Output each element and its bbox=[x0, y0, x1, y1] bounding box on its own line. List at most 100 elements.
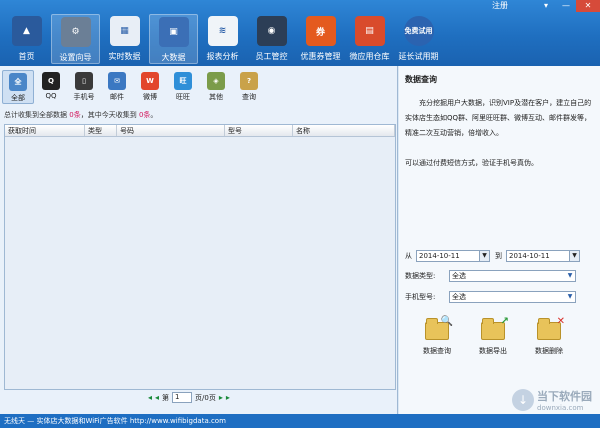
home-chart-icon: ▲ bbox=[11, 16, 42, 46]
data-type-row: 数据类型: 全选 ▼ bbox=[405, 270, 576, 282]
column-header[interactable]: 型号 bbox=[225, 125, 293, 136]
from-date-picker[interactable]: 2014-10-11 ▼ bbox=[416, 250, 490, 262]
report-icon: ≋ bbox=[207, 16, 238, 46]
page-input[interactable]: 1 bbox=[172, 392, 193, 403]
toolbar-label: 员工管控 bbox=[255, 52, 288, 61]
category-query[interactable]: ? 查询 bbox=[233, 70, 265, 104]
monitor-icon: ▣ bbox=[158, 17, 189, 47]
toolbar-label: 微应用仓库 bbox=[349, 52, 390, 61]
calendar-dropdown-icon[interactable]: ▼ bbox=[479, 251, 489, 261]
column-header[interactable]: 号码 bbox=[117, 125, 225, 136]
watermark: ↓ 当下软件园 downxia.com bbox=[512, 388, 592, 412]
weibo-icon: W bbox=[141, 72, 159, 90]
close-button[interactable]: ✕ bbox=[576, 0, 600, 12]
category-label: 查询 bbox=[242, 93, 256, 101]
action-buttons: 🔍 数据查询 ↗ 数据导出 ✕ 数据删除 bbox=[409, 316, 577, 356]
toolbar-label: 首页 bbox=[18, 52, 35, 61]
date-range-row: 从 2014-10-11 ▼ 到 2014-10-11 ▼ bbox=[405, 250, 580, 262]
category-wangwang[interactable]: 旺旺旺 bbox=[167, 70, 199, 104]
qq-icon: Q bbox=[42, 72, 60, 90]
register-link[interactable]: 注册 bbox=[492, 0, 536, 12]
page-suffix: 页/0页 bbox=[195, 393, 216, 402]
chevron-down-icon: ▼ bbox=[567, 293, 573, 300]
wizard-icon: ⚙ bbox=[60, 17, 91, 47]
category-label: 旺旺 bbox=[176, 93, 190, 101]
query-icon: ? bbox=[240, 72, 258, 90]
data-list-pane: 全全部 Q QQ ▯ 手机号 ✉ 邮件 W 微博旺旺旺 ◈ 其他? 查询 总计收集到全部数据 0条，其… bbox=[0, 66, 398, 414]
column-header[interactable]: 名称 bbox=[293, 125, 395, 136]
export-data-button[interactable]: ↗ 数据导出 bbox=[465, 316, 521, 356]
gift-icon: ▤ bbox=[354, 16, 385, 46]
action-label: 数据查询 bbox=[423, 347, 451, 355]
from-date-value: 2014-10-11 bbox=[419, 252, 460, 260]
toolbar-home-button[interactable]: ▲ 首页 bbox=[2, 14, 51, 64]
summary-suffix: 。 bbox=[150, 111, 158, 119]
grid-header: 获取时间 类型 号码 型号 名称 bbox=[5, 125, 395, 137]
top-toolbar: 注册 ▾ — ✕ ▲ 首页 ⚙ 设置向导 ▦ 实时数据 ▣ 大数据 ≋ 报表分析 ◉ 员工管控券优惠券… bbox=[0, 0, 600, 66]
to-label: 到 bbox=[495, 252, 502, 260]
toolbar-coupon-management-button[interactable]: 券优惠券管理 bbox=[296, 14, 345, 64]
toolbar-label: 报表分析 bbox=[206, 52, 239, 61]
data-type-select[interactable]: 全选 ▼ bbox=[449, 270, 576, 282]
folder-delete-icon: ✕ bbox=[535, 316, 565, 342]
panel-note: 可以通过付费短信方式，验证手机号真伪。 bbox=[405, 159, 538, 167]
toolbar-setup-wizard-button[interactable]: ⚙ 设置向导 bbox=[51, 14, 100, 64]
phone-model-select[interactable]: 全选 ▼ bbox=[449, 291, 576, 303]
category-label: 其他 bbox=[209, 93, 223, 101]
coupon-icon: 券 bbox=[305, 16, 336, 46]
all-icon: 全 bbox=[9, 73, 27, 91]
toolbar-extend-trial-button[interactable]: 免费试用 延长试用期 bbox=[394, 14, 443, 64]
query-badge-icon: 🔍 bbox=[440, 316, 453, 327]
toolbar-realtime-data-button[interactable]: ▦ 实时数据 bbox=[100, 14, 149, 64]
download-logo-icon: ↓ bbox=[512, 389, 534, 411]
next-page-icon[interactable]: ▸ bbox=[219, 393, 223, 402]
last-page-icon[interactable]: ▸ bbox=[226, 393, 230, 402]
category-weibo[interactable]: W 微博 bbox=[134, 70, 166, 104]
action-label: 数据导出 bbox=[479, 347, 507, 355]
column-header[interactable]: 获取时间 bbox=[5, 125, 85, 136]
category-bar: 全全部 Q QQ ▯ 手机号 ✉ 邮件 W 微博旺旺旺 ◈ 其他? 查询 bbox=[2, 70, 266, 104]
toolbar-label: 大数据 bbox=[161, 53, 186, 62]
minimize-button[interactable]: — bbox=[556, 0, 576, 12]
folder-query-icon: 🔍 bbox=[423, 316, 453, 342]
delete-badge-icon: ✕ bbox=[556, 316, 565, 327]
export-badge-icon: ↗ bbox=[500, 316, 509, 327]
category-other[interactable]: ◈ 其他 bbox=[200, 70, 232, 104]
category-label: QQ bbox=[45, 92, 57, 100]
category-label: 微博 bbox=[143, 93, 157, 101]
toolbar-micro-app-store-button[interactable]: ▤ 微应用仓库 bbox=[345, 14, 394, 64]
category-all[interactable]: 全全部 bbox=[2, 70, 34, 104]
page-prefix: 第 bbox=[162, 393, 170, 402]
prev-page-icon[interactable]: ◂ bbox=[155, 393, 159, 402]
toolbar-staff-control-button[interactable]: ◉ 员工管控 bbox=[247, 14, 296, 64]
toolbar-label: 实时数据 bbox=[108, 52, 141, 61]
category-qq[interactable]: Q QQ bbox=[35, 70, 67, 104]
delete-data-button[interactable]: ✕ 数据删除 bbox=[521, 316, 577, 356]
table-icon: ▦ bbox=[109, 16, 140, 46]
summary-prefix: 总计收集到全部数据 bbox=[4, 111, 70, 119]
to-date-picker[interactable]: 2014-10-11 ▼ bbox=[506, 250, 580, 262]
toolbar-big-data-button[interactable]: ▣ 大数据 bbox=[149, 14, 198, 64]
category-email[interactable]: ✉ 邮件 bbox=[101, 70, 133, 104]
toolbar-label: 优惠券管理 bbox=[300, 52, 341, 61]
watermark-url: downxia.com bbox=[537, 404, 584, 412]
phone-model-label: 手机型号: bbox=[405, 293, 436, 301]
query-data-button[interactable]: 🔍 数据查询 bbox=[409, 316, 465, 356]
menu-button[interactable]: ▾ bbox=[536, 0, 556, 12]
phone-model-value: 全选 bbox=[452, 293, 466, 301]
toolbar-report-analysis-button[interactable]: ≋ 报表分析 bbox=[198, 14, 247, 64]
camera-icon: ◉ bbox=[256, 16, 287, 46]
category-phone[interactable]: ▯ 手机号 bbox=[68, 70, 100, 104]
wangwang-icon: 旺 bbox=[174, 72, 192, 90]
column-header[interactable]: 类型 bbox=[85, 125, 117, 136]
collection-summary: 总计收集到全部数据 0条，其中今天收集到 0条。 bbox=[4, 110, 157, 120]
main-toolbar: ▲ 首页 ⚙ 设置向导 ▦ 实时数据 ▣ 大数据 ≋ 报表分析 ◉ 员工管控券优惠券管理 ▤ 微应用仓库免… bbox=[2, 14, 443, 64]
calendar-dropdown-icon[interactable]: ▼ bbox=[569, 251, 579, 261]
data-type-label: 数据类型: bbox=[405, 272, 436, 280]
category-label: 手机号 bbox=[73, 93, 95, 101]
first-page-icon[interactable]: ◂ bbox=[148, 393, 152, 402]
panel-description: 充分挖掘用户大数据，识别VIP及潜在客户，建立自己的实体店生态如QQ群、阿里旺旺… bbox=[405, 99, 592, 137]
data-grid[interactable]: 获取时间 类型 号码 型号 名称 bbox=[4, 124, 396, 390]
from-label: 从 bbox=[405, 252, 412, 260]
status-bar: 无线天 — 实体店大数据和WiFi广告软件 http://www.wifibig… bbox=[0, 414, 600, 428]
